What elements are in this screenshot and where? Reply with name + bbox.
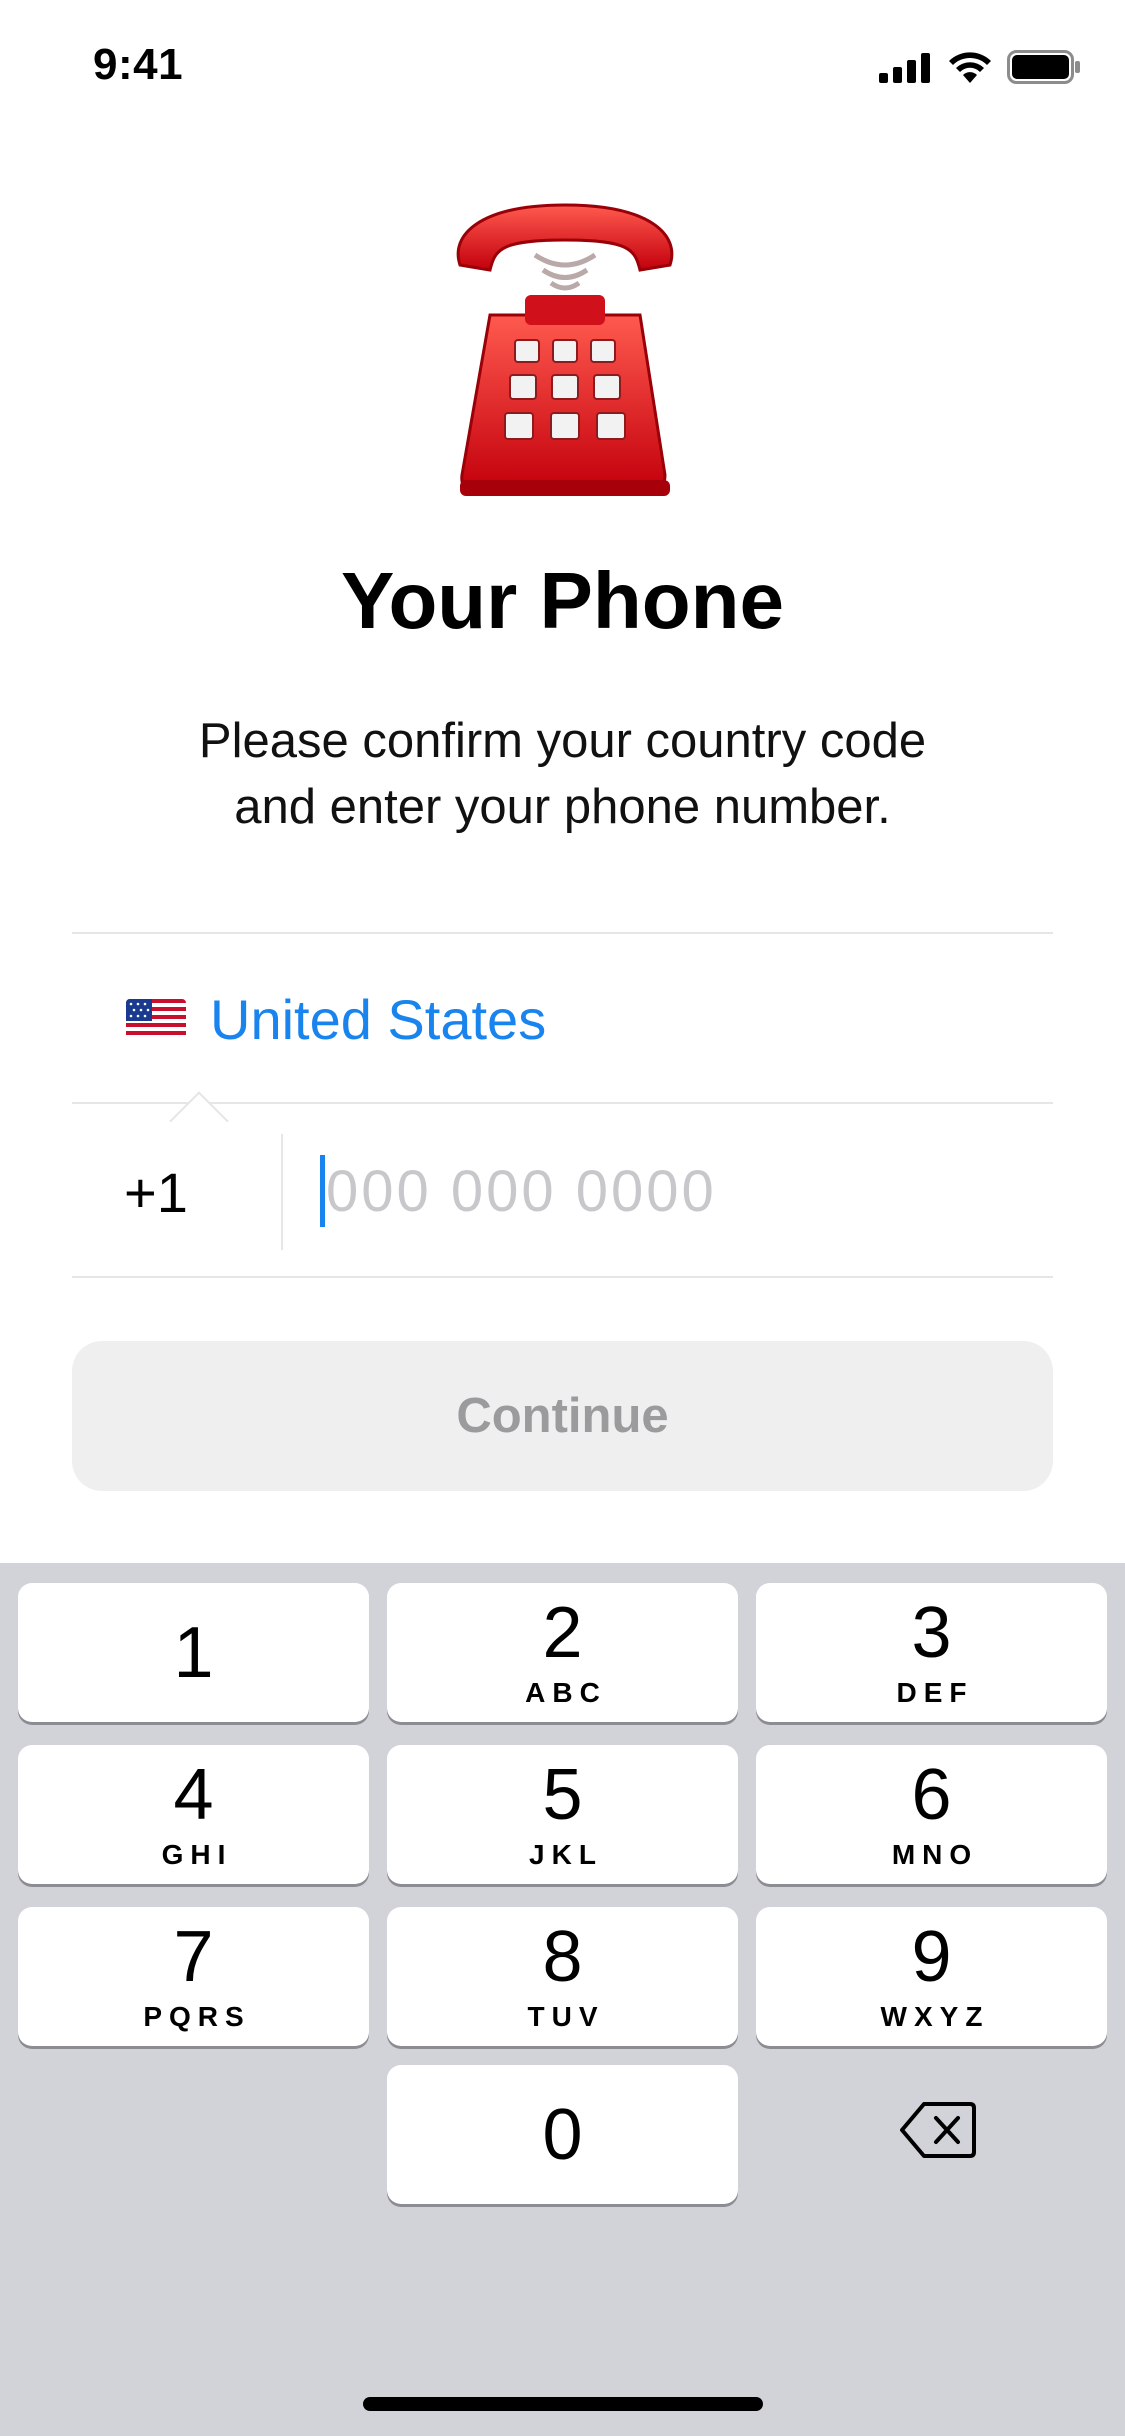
- page-title: Your Phone: [341, 556, 784, 645]
- subtitle-line-2: and enter your phone number.: [234, 780, 891, 834]
- key-digit: 9: [911, 1916, 952, 1997]
- country-selector[interactable]: United States: [72, 934, 1053, 1104]
- key-1[interactable]: 1: [18, 1583, 369, 1722]
- cellular-signal-icon: [879, 53, 930, 83]
- key-2[interactable]: 2 ABC: [387, 1583, 738, 1722]
- key-3[interactable]: 3 DEF: [756, 1583, 1107, 1722]
- divider: [281, 1134, 283, 1250]
- text-cursor: [320, 1155, 325, 1227]
- wifi-icon: [949, 52, 991, 83]
- key-letters: WXYZ: [880, 2000, 990, 2032]
- key-digit: 2: [542, 1592, 583, 1673]
- key-digit: 3: [911, 1592, 952, 1673]
- divider: [72, 1102, 1053, 1104]
- delete-backspace-icon[interactable]: [900, 2100, 976, 2160]
- key-digit: 5: [542, 1754, 583, 1835]
- key-letters: MNO: [891, 1838, 979, 1870]
- page-subtitle: Please confirm your country code and ent…: [0, 708, 1125, 840]
- battery-icon: [1007, 50, 1080, 84]
- home-indicator[interactable]: [363, 2397, 763, 2411]
- subtitle-line-1: Please confirm your country code: [198, 714, 927, 768]
- key-6[interactable]: 6 MNO: [756, 1745, 1107, 1884]
- key-8[interactable]: 8 TUV: [387, 1907, 738, 2046]
- continue-button[interactable]: Continue: [72, 1341, 1053, 1491]
- country-code[interactable]: +1: [124, 1160, 188, 1225]
- key-letters: DEF: [896, 1676, 974, 1708]
- phone-number-input[interactable]: 000 000 0000: [326, 1158, 717, 1225]
- key-5[interactable]: 5 JKL: [387, 1745, 738, 1884]
- key-letters: ABC: [525, 1676, 607, 1708]
- key-digit: 1: [173, 1612, 214, 1693]
- key-digit: 7: [173, 1916, 214, 1997]
- key-digit: 0: [542, 2094, 583, 2175]
- country-name: United States: [210, 987, 547, 1051]
- key-letters: GHI: [161, 1838, 233, 1870]
- status-icons: [879, 50, 1081, 84]
- key-9[interactable]: 9 WXYZ: [756, 1907, 1107, 2046]
- key-7[interactable]: 7 PQRS: [18, 1907, 369, 2046]
- key-letters: PQRS: [143, 2000, 251, 2032]
- key-digit: 4: [173, 1754, 214, 1835]
- key-letters: TUV: [527, 2000, 605, 2032]
- key-digit: 8: [542, 1916, 583, 1997]
- key-0[interactable]: 0: [387, 2065, 738, 2204]
- telephone-icon: [456, 203, 674, 496]
- divider: [72, 1276, 1053, 1278]
- us-flag-icon: [126, 999, 186, 1039]
- key-digit: 6: [911, 1754, 952, 1835]
- key-letters: JKL: [529, 1838, 603, 1870]
- key-4[interactable]: 4 GHI: [18, 1745, 369, 1884]
- status-time: 9:41: [93, 40, 184, 89]
